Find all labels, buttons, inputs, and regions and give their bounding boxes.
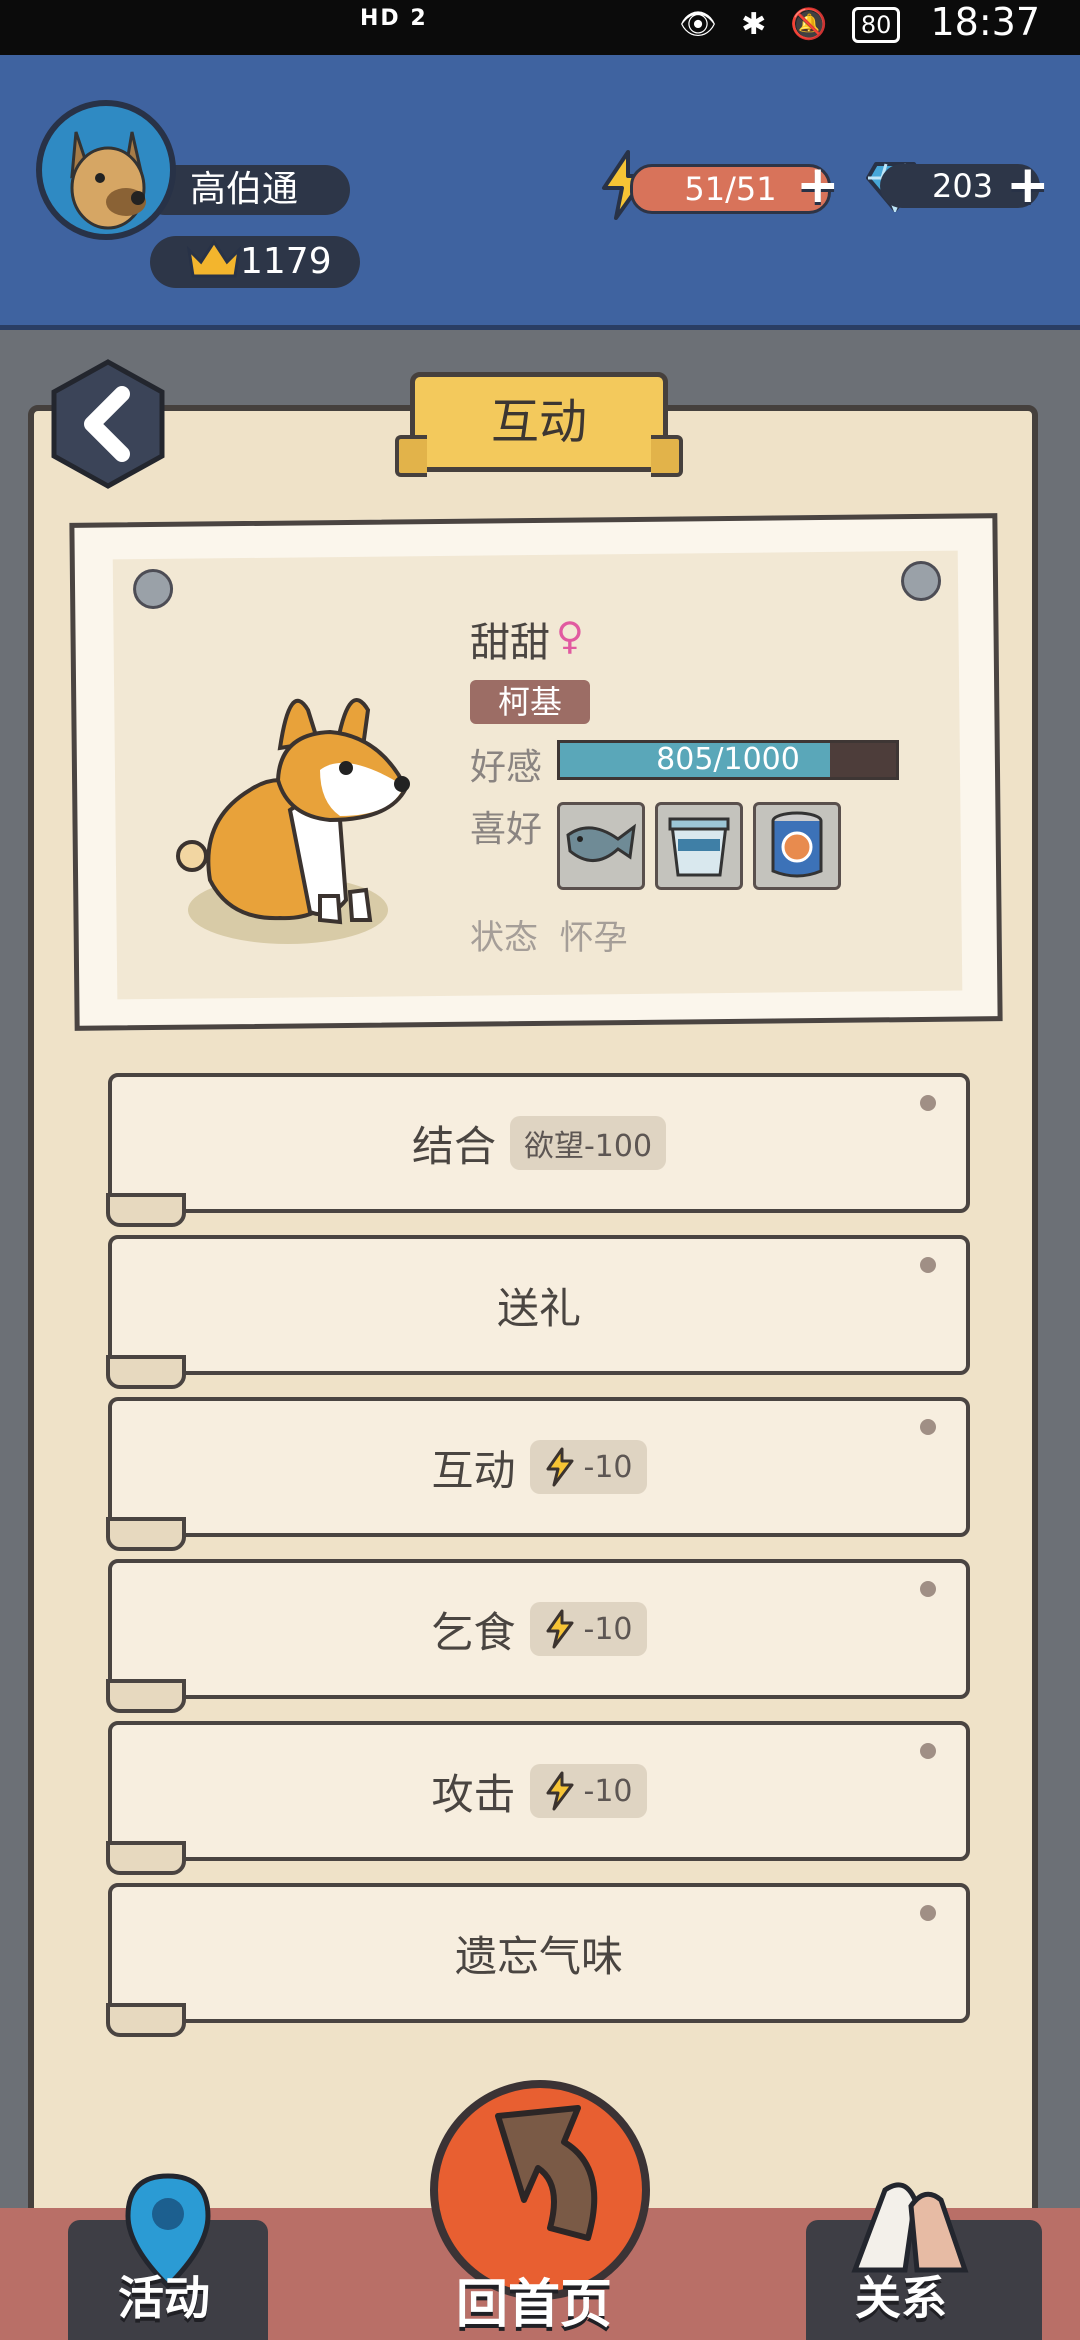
action-label: 互动 [431, 1445, 516, 1495]
action-cost: -10 [529, 1602, 647, 1656]
action-button-attack[interactable]: 攻击 -10 [106, 1721, 970, 1875]
action-content: 遗忘气味 [112, 1887, 966, 2019]
action-label: 送礼 [496, 1283, 581, 1333]
affinity-value: 805/1000 [656, 742, 800, 777]
state-label: 状态 怀孕 [470, 910, 628, 959]
status-right: 👁 ✱ 🔕 80 18:37 [679, 0, 1040, 44]
nav-home-label: 回首页 [456, 2275, 613, 2335]
crown-icon [186, 239, 242, 278]
add-gems-button[interactable]: + [1006, 159, 1050, 211]
action-label: 乞食 [431, 1607, 516, 1657]
action-cost: -10 [529, 1440, 647, 1494]
player-score: 1179 [150, 236, 360, 288]
state-value: 怀孕 [559, 918, 628, 958]
pin-icon [900, 560, 942, 602]
action-label: 结合 [411, 1121, 496, 1171]
action-button-interact[interactable]: 互动 -10 [106, 1397, 970, 1551]
action-label: 遗忘气味 [454, 1931, 623, 1981]
action-button-mate[interactable]: 结合 欲望-100 [106, 1073, 970, 1227]
state-label-text: 状态 [470, 918, 538, 958]
add-energy-button[interactable]: + [796, 159, 840, 211]
like-item-yogurt[interactable] [655, 802, 743, 890]
action-content: 结合 欲望-100 [112, 1077, 966, 1209]
action-label: 攻击 [431, 1769, 516, 1819]
action-content: 互动 -10 [112, 1401, 966, 1533]
nav-relations-label: 关系 [855, 2271, 947, 2325]
dog-avatar-icon [70, 131, 146, 230]
affinity-label: 好感 [470, 747, 543, 788]
status-bar: HD 2 👁 ✱ 🔕 80 18:37 [0, 0, 1080, 55]
page-title: 互动 [395, 372, 683, 477]
action-button-beg[interactable]: 乞食 -10 [106, 1559, 970, 1713]
cost-text: -10 [583, 1611, 633, 1647]
battery-indicator: 80 [851, 6, 901, 43]
cost-text: 欲望-100 [523, 1129, 653, 1164]
action-button-gift[interactable]: 送礼 [106, 1235, 970, 1389]
corgi-pet-image [176, 698, 410, 944]
like-item-fish[interactable] [557, 802, 645, 890]
affinity-bar: 805/1000 [557, 740, 899, 780]
network-indicator: HD 2 [360, 6, 428, 31]
cost-text: -10 [583, 1449, 633, 1485]
action-content: 乞食 -10 [112, 1563, 966, 1695]
lightning-icon [546, 1771, 573, 1811]
action-cost: 欲望-100 [509, 1116, 667, 1170]
action-cost: -10 [529, 1764, 647, 1818]
mute-icon: 🔕 [790, 7, 828, 42]
eye-icon: 👁 [678, 7, 718, 42]
nav-activity-label: 活动 [118, 2271, 210, 2325]
fish-icon [566, 823, 636, 862]
player-avatar[interactable] [36, 100, 176, 240]
lightning-icon [546, 1609, 573, 1649]
breed-tag: 柯基 [470, 680, 590, 724]
likes-label: 喜好 [470, 809, 543, 850]
female-symbol: ♀ [556, 614, 584, 658]
action-content: 攻击 -10 [112, 1725, 966, 1857]
clock: 18:37 [930, 0, 1040, 44]
back-button[interactable] [48, 358, 168, 490]
pin-icon [132, 568, 174, 610]
cost-text: -10 [583, 1773, 633, 1809]
yogurt-icon [668, 817, 730, 877]
like-item-canned-food[interactable] [753, 802, 841, 890]
pet-name: 甜甜 [470, 620, 550, 666]
action-content: 送礼 [112, 1239, 966, 1371]
lightning-icon [546, 1447, 573, 1487]
can-icon [771, 811, 823, 878]
action-button-forget-scent[interactable]: 遗忘气味 [106, 1883, 970, 2037]
bluetooth-icon: ✱ [741, 7, 767, 42]
